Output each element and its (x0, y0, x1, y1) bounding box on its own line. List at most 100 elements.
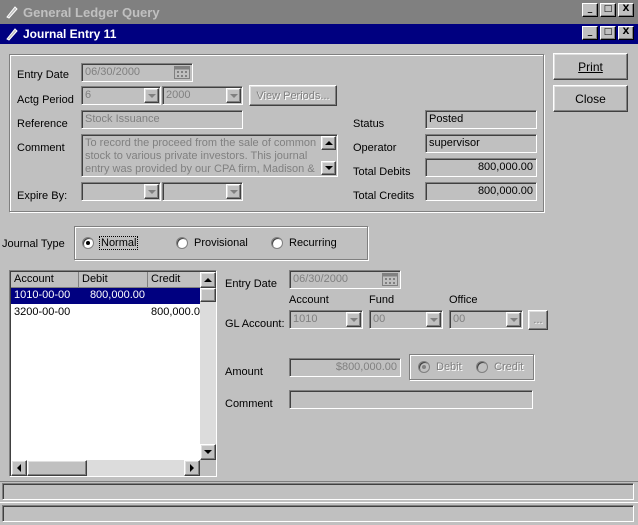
office-select[interactable]: 00 (449, 310, 523, 329)
radio-credit-dot[interactable] (476, 361, 488, 373)
detail-entry-date-value: 06/30/2000 (293, 273, 349, 285)
radio-credit-label: Credit (494, 361, 524, 373)
radio-recurring[interactable]: Recurring (271, 237, 337, 249)
journal-type-label: Journal Type (2, 238, 65, 250)
radio-provisional[interactable]: Provisional (176, 237, 248, 249)
child-minimize-button[interactable]: _ (582, 26, 598, 40)
horizontal-scrollbar[interactable] (11, 460, 200, 476)
child-maximize-button[interactable]: □ (600, 26, 616, 40)
vertical-scrollbar[interactable] (200, 272, 216, 460)
child-window-title: Journal Entry 11 (23, 27, 117, 41)
scroll-left-button[interactable] (11, 460, 27, 476)
actg-period-label: Actg Period (17, 94, 74, 106)
divider (0, 481, 638, 482)
expire-select-1[interactable] (81, 182, 161, 201)
scroll-thumb[interactable] (200, 288, 216, 302)
main-title-bar[interactable]: General Ledger Query _ □ X (0, 0, 638, 24)
fund-select[interactable]: 00 (369, 310, 443, 329)
radio-provisional-label: Provisional (194, 237, 248, 249)
journal-lines-grid[interactable]: Account Debit Credit 1010-00-00 800,000.… (9, 270, 217, 477)
radio-recurring-label: Recurring (289, 237, 337, 249)
scroll-up-button[interactable] (321, 136, 336, 150)
radio-debit-dot[interactable] (418, 361, 430, 373)
calendar-icon[interactable] (382, 273, 398, 286)
chevron-down-icon[interactable] (506, 312, 521, 327)
operator-label: Operator (353, 142, 397, 154)
chevron-down-icon[interactable] (226, 184, 241, 199)
child-close-button[interactable]: X (618, 26, 634, 40)
close-window-button[interactable]: X (618, 3, 634, 17)
detail-entry-date-label: Entry Date (225, 278, 277, 290)
grid-col-account[interactable]: Account (11, 272, 79, 288)
grid-col-credit[interactable]: Credit (148, 272, 200, 288)
scroll-down-button[interactable] (200, 444, 216, 460)
status-field: Posted (425, 110, 537, 129)
row-credit: 800,000.0 (151, 306, 200, 318)
account-select[interactable]: 1010 (289, 310, 363, 329)
chevron-down-icon[interactable] (426, 312, 441, 327)
scroll-down-button[interactable] (321, 161, 336, 175)
radio-recurring-dot[interactable] (271, 237, 283, 249)
row-debit (79, 305, 148, 321)
reference-field[interactable]: Stock Issuance (81, 110, 243, 129)
view-periods-button[interactable]: View Periods... (249, 85, 337, 106)
year-value: 2000 (166, 89, 191, 101)
radio-debit[interactable]: Debit (418, 361, 462, 373)
chevron-down-icon[interactable] (144, 88, 159, 103)
row-debit[interactable]: 800,000.00 (79, 288, 148, 304)
total-debits-field: 800,000.00 (425, 158, 537, 177)
period-select[interactable]: 6 (81, 86, 161, 105)
scroll-up-button[interactable] (200, 272, 216, 288)
close-button[interactable]: Close (553, 85, 628, 112)
calendar-icon[interactable] (174, 66, 190, 79)
chevron-down-icon[interactable] (226, 88, 241, 103)
expire-by-label: Expire By: (17, 190, 68, 202)
scroll-right-button[interactable] (184, 460, 200, 476)
row-credit (148, 288, 200, 304)
comment-label: Comment (17, 142, 65, 154)
radio-normal-label: Normal (98, 236, 139, 250)
entry-date-field[interactable]: 06/30/2000 (81, 63, 193, 82)
total-credits-field: 800,000.00 (425, 182, 537, 201)
chevron-down-icon[interactable] (346, 312, 361, 327)
grid-col-debit[interactable]: Debit (79, 272, 148, 288)
office-value: 00 (453, 313, 466, 325)
expire-select-2[interactable] (162, 182, 243, 201)
reference-label: Reference (17, 118, 68, 130)
total-debits-label: Total Debits (353, 166, 411, 178)
chevron-down-icon[interactable] (144, 184, 159, 199)
print-button[interactable]: Print (553, 53, 628, 80)
comment-textarea[interactable]: To record the proceed from the sale of c… (81, 134, 338, 177)
detail-comment-field[interactable] (289, 390, 533, 409)
row-account: 3200-00-00 (14, 306, 71, 318)
status-bar (2, 505, 634, 522)
detail-comment-label: Comment (225, 398, 273, 410)
gl-account-label: GL Account: (225, 318, 285, 330)
amount-field[interactable]: $800,000.00 (289, 358, 401, 377)
maximize-button[interactable]: □ (600, 3, 616, 17)
office-col-label: Office (449, 294, 478, 306)
account-col-label: Account (289, 294, 329, 306)
window-title: General Ledger Query (23, 4, 160, 20)
h-scroll-thumb[interactable] (27, 460, 87, 476)
table-row[interactable]: 3200-00-00 800,000.0 (11, 305, 200, 321)
fund-col-label: Fund (369, 294, 395, 306)
minimize-button[interactable]: _ (582, 3, 598, 17)
pen-icon (4, 4, 20, 20)
radio-provisional-dot[interactable] (176, 237, 188, 249)
year-select[interactable]: 2000 (162, 86, 243, 105)
comment-text: To record the proceed from the sale of c… (85, 137, 317, 175)
account-lookup-button[interactable]: ... (528, 310, 548, 330)
table-row[interactable]: 1010-00-00 800,000.00 (11, 288, 200, 304)
amount-label: Amount (225, 366, 263, 378)
radio-normal[interactable]: Normal (82, 236, 139, 250)
scroll-corner (200, 460, 216, 476)
detail-entry-date-field[interactable]: 06/30/2000 (289, 270, 401, 289)
radio-normal-dot[interactable] (82, 237, 94, 249)
child-status-bar (2, 483, 634, 500)
child-title-bar[interactable]: Journal Entry 11 _ □ X (0, 24, 638, 44)
radio-credit[interactable]: Credit (476, 361, 523, 373)
pen-icon (4, 26, 20, 42)
grid-header: Account Debit Credit (11, 272, 200, 288)
divider (0, 502, 638, 503)
